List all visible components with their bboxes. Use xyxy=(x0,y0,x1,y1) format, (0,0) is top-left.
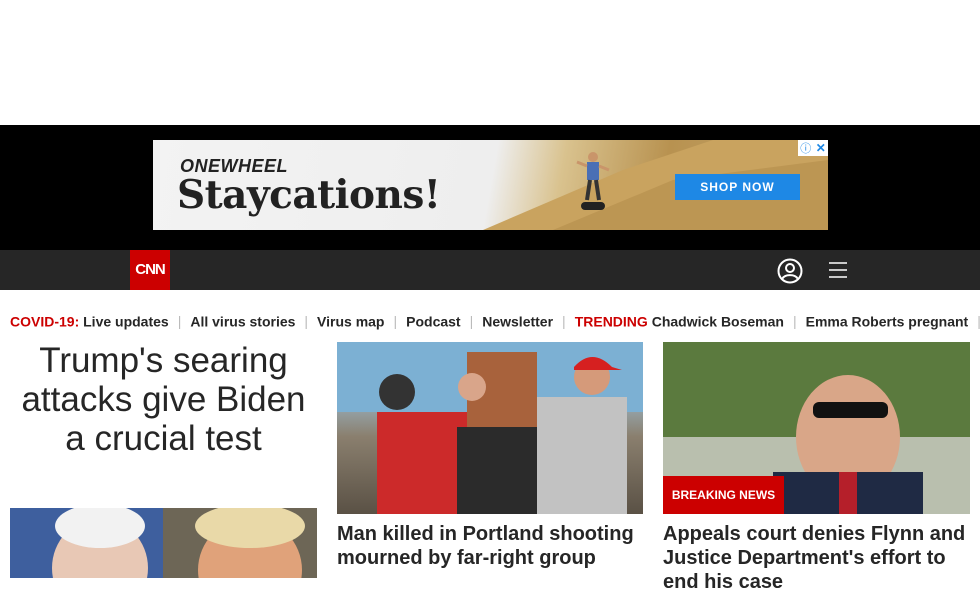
lead-story-headline[interactable]: Trump's searing attacks give Biden a cru… xyxy=(10,341,317,458)
trending-link-all-virus-stories[interactable]: All virus stories xyxy=(190,313,295,329)
ad-shop-now-button[interactable]: SHOP NOW xyxy=(675,174,800,200)
main-nav-bar: CNN xyxy=(0,250,980,290)
trending-link-podcast[interactable]: Podcast xyxy=(406,313,460,329)
separator: | xyxy=(177,313,182,330)
breaking-news-badge: BREAKING NEWS xyxy=(663,476,784,514)
trending-link-live-updates[interactable]: Live updates xyxy=(83,313,169,329)
user-icon[interactable] xyxy=(777,258,803,284)
cnn-logo[interactable]: CNN xyxy=(130,250,170,290)
ad-headline: Staycations! xyxy=(177,172,441,218)
trending-link-emma-roberts[interactable]: Emma Roberts pregnant xyxy=(806,313,969,329)
info-icon[interactable]: ⓘ xyxy=(800,140,811,156)
lead-story-image[interactable] xyxy=(10,508,317,578)
trending-label: TRENDING xyxy=(574,313,648,330)
ad-banner[interactable]: ONEWHEEL Staycations! SHOP NOW ⓘ ✕ xyxy=(153,140,828,230)
ad-banner-band: ONEWHEEL Staycations! SHOP NOW ⓘ ✕ xyxy=(0,125,980,250)
separator: | xyxy=(469,313,474,330)
flynn-story-title[interactable]: Appeals court denies Flynn and Justice D… xyxy=(663,522,970,594)
menu-icon[interactable] xyxy=(828,261,848,279)
ad-skater-graphic xyxy=(576,152,610,210)
trending-link-virus-map[interactable]: Virus map xyxy=(317,313,384,329)
top-whitespace xyxy=(0,0,980,125)
portland-story-title[interactable]: Man killed in Portland shooting mourned … xyxy=(337,522,643,570)
lead-story-photo xyxy=(10,508,317,578)
trending-link-chadwick-boseman[interactable]: Chadwick Boseman xyxy=(652,313,784,329)
portland-story-image[interactable] xyxy=(337,342,643,514)
separator: | xyxy=(562,313,566,330)
covid-label: COVID-19: xyxy=(10,313,80,330)
separator: | xyxy=(792,313,797,330)
separator: | xyxy=(304,313,309,330)
close-icon[interactable]: ✕ xyxy=(816,141,826,155)
trending-bar: COVID-19: Live updates | All virus stories… xyxy=(10,312,980,330)
separator: | xyxy=(393,313,398,330)
ad-choices[interactable]: ⓘ ✕ xyxy=(798,140,828,156)
trending-link-newsletter[interactable]: Newsletter xyxy=(482,313,553,329)
portland-story-photo xyxy=(337,342,643,514)
